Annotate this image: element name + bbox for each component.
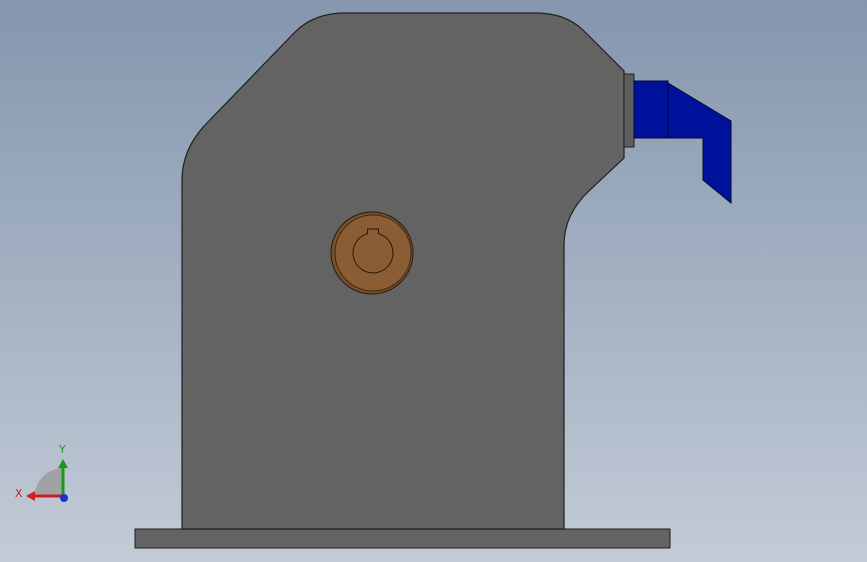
base-plate[interactable]	[134, 528, 671, 549]
z-axis-dot	[60, 494, 68, 502]
output-shaft[interactable]	[330, 211, 414, 295]
bracket-block[interactable]	[633, 80, 669, 139]
model-view[interactable]	[0, 0, 867, 562]
x-axis-arrow	[26, 491, 35, 501]
bracket-arm[interactable]	[667, 82, 732, 205]
bracket[interactable]	[633, 80, 732, 205]
graphics-viewport[interactable]: Y X	[0, 0, 867, 562]
housing-flange[interactable]	[623, 73, 635, 148]
x-axis-label: X	[15, 487, 23, 500]
y-axis-label: Y	[59, 443, 66, 456]
y-axis-arrow	[58, 459, 68, 468]
triad-plane	[35, 468, 63, 496]
reference-triad[interactable]: Y X	[10, 438, 80, 510]
